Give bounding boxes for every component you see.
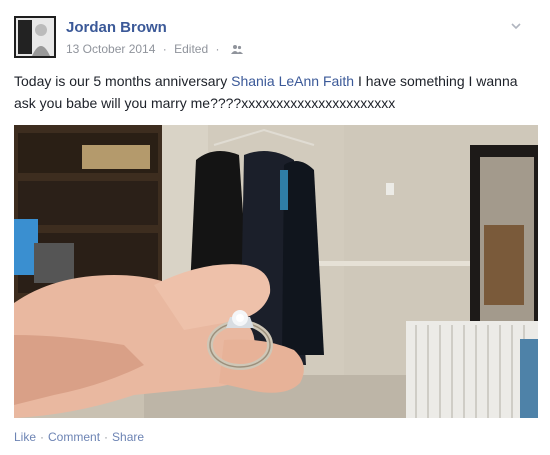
- meta-separator: ·: [215, 42, 220, 56]
- action-separator: ·: [104, 430, 109, 444]
- post-date[interactable]: 13 October 2014: [66, 42, 155, 56]
- post-photo[interactable]: [14, 125, 538, 418]
- post-meta: 13 October 2014 · Edited ·: [66, 42, 243, 57]
- post-card: Jordan Brown 13 October 2014 · Edited · …: [0, 0, 550, 455]
- post-actions: Like · Comment · Share: [14, 430, 144, 444]
- action-separator: ·: [40, 430, 45, 444]
- author-name[interactable]: Jordan Brown: [66, 19, 167, 36]
- post-text: Today is our 5 months anniversary Shania…: [14, 70, 519, 114]
- friends-icon[interactable]: [230, 43, 243, 57]
- comment-button[interactable]: Comment: [48, 430, 100, 444]
- photo-illustration: [14, 125, 538, 418]
- post-text-part1: Today is our 5 months anniversary: [14, 73, 232, 89]
- edited-label[interactable]: Edited: [174, 42, 208, 56]
- post-header: Jordan Brown 13 October 2014 · Edited ·: [14, 16, 534, 62]
- meta-separator: ·: [162, 42, 167, 56]
- avatar[interactable]: [14, 16, 56, 58]
- share-button[interactable]: Share: [112, 430, 144, 444]
- chevron-down-icon[interactable]: [508, 18, 524, 34]
- mention-link[interactable]: Shania LeAnn Faith: [231, 73, 354, 89]
- like-button[interactable]: Like: [14, 430, 36, 444]
